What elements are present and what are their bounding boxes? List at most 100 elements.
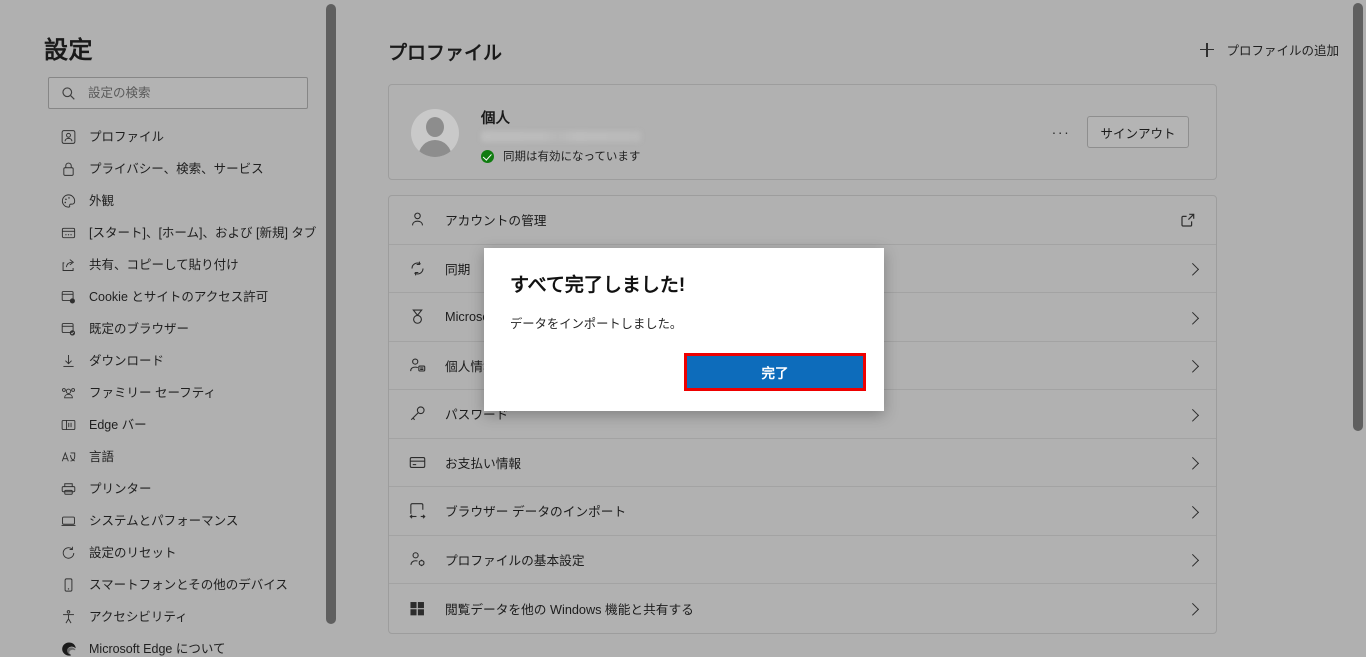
sidebar-item-privacy[interactable]: プライバシー、検索、サービス xyxy=(0,153,325,185)
system-performance-icon xyxy=(60,513,77,530)
edge-bar-icon xyxy=(60,417,77,434)
settings-row-label: プロファイルの基本設定 xyxy=(445,553,585,568)
default-browser-icon xyxy=(60,321,77,338)
main-scrollbar-thumb[interactable] xyxy=(1353,3,1363,431)
profile-prefs-icon xyxy=(408,550,427,569)
chevron-right-icon xyxy=(1186,360,1200,373)
personal-info-icon xyxy=(408,356,427,375)
sidebar-item-phone-other-devices[interactable]: スマートフォンとその他のデバイス xyxy=(0,569,325,601)
chevron-right-icon xyxy=(1186,263,1200,276)
settings-row-manage-account[interactable]: アカウントの管理 xyxy=(389,196,1216,245)
sidebar-item-accessibility[interactable]: アクセシビリティ xyxy=(0,601,325,633)
settings-row-label: 同期 xyxy=(445,262,471,277)
sidebar-item-family-safety[interactable]: ファミリー セーフティ xyxy=(0,377,325,409)
chevron-right-icon xyxy=(1186,505,1200,519)
chevron-right-icon xyxy=(1186,554,1200,567)
edge-logo-icon xyxy=(60,641,77,657)
printer-icon xyxy=(60,481,77,498)
sync-status-label: 同期は有効になっています xyxy=(503,151,641,163)
profile-more-options-button[interactable]: ··· xyxy=(1049,120,1073,144)
sign-out-button[interactable]: サインアウト xyxy=(1087,116,1189,148)
sidebar-item-label: 外観 xyxy=(89,193,115,208)
chevron-right-icon xyxy=(1186,603,1200,616)
sidebar-item-downloads[interactable]: ダウンロード xyxy=(0,345,325,377)
accessibility-icon xyxy=(60,609,77,626)
sidebar-item-label: Cookie とサイトのアクセス許可 xyxy=(89,289,269,304)
sidebar-item-reset-settings[interactable]: 設定のリセット xyxy=(0,537,325,569)
sidebar-item-default-browser[interactable]: 既定のブラウザー xyxy=(0,313,325,345)
sidebar-nav-list: プロファイル プライバシー、検索、サービス 外観 [スタート]、[ホーム]、およ… xyxy=(0,121,325,657)
sync-icon xyxy=(408,259,427,278)
import-icon xyxy=(408,501,427,520)
profile-icon xyxy=(60,129,77,146)
check-circle-icon xyxy=(481,149,494,163)
add-profile-button[interactable]: プロファイルの追加 xyxy=(1200,40,1339,59)
start-tab-icon xyxy=(60,225,77,242)
sidebar-item-label: ダウンロード xyxy=(89,353,165,368)
import-complete-dialog: すべて完了しました! データをインポートしました。 完了 xyxy=(484,248,884,411)
settings-row-label: ブラウザー データのインポート xyxy=(445,505,627,520)
sync-status: 同期は有効になっています xyxy=(481,148,640,164)
profile-email-masked xyxy=(481,131,641,142)
sidebar-title: 設定 xyxy=(44,37,93,64)
rewards-icon xyxy=(408,307,427,326)
sidebar-item-label: 既定のブラウザー xyxy=(89,321,190,336)
sidebar-item-printers[interactable]: プリンター xyxy=(0,473,325,505)
language-icon xyxy=(60,449,77,466)
chevron-right-icon xyxy=(1186,311,1200,325)
dialog-done-button[interactable]: 完了 xyxy=(687,356,863,388)
family-safety-icon xyxy=(60,385,77,402)
dialog-confirm-highlight: 完了 xyxy=(684,353,866,391)
search-icon xyxy=(61,86,76,101)
sidebar-item-cookies-permissions[interactable]: Cookie とサイトのアクセス許可 xyxy=(0,281,325,313)
key-icon xyxy=(408,404,427,423)
download-icon xyxy=(60,353,77,370)
settings-row-label: アカウントの管理 xyxy=(445,214,547,229)
sidebar-item-system-performance[interactable]: システムとパフォーマンス xyxy=(0,505,325,537)
settings-row-label: 閲覧データを他の Windows 機能と共有する xyxy=(445,602,694,617)
share-icon xyxy=(60,257,77,274)
sidebar-item-label: 設定のリセット xyxy=(89,545,177,560)
settings-row-label: お支払い情報 xyxy=(445,456,522,471)
sidebar-item-start-home-newtab[interactable]: [スタート]、[ホーム]、および [新規] タブ xyxy=(0,217,325,249)
settings-row-import-browser-data[interactable]: ブラウザー データのインポート xyxy=(389,487,1216,536)
sidebar-item-label: 言語 xyxy=(89,449,115,464)
cookie-permissions-icon xyxy=(60,289,77,306)
phone-icon xyxy=(60,577,77,594)
avatar xyxy=(411,109,459,157)
add-profile-label: プロファイルの追加 xyxy=(1226,44,1339,58)
sidebar-item-edge-bar[interactable]: Edge バー xyxy=(0,409,325,441)
sidebar-item-label: [スタート]、[ホーム]、および [新規] タブ xyxy=(89,225,317,240)
palette-icon xyxy=(60,193,77,210)
chevron-right-icon xyxy=(1186,457,1200,470)
card-icon xyxy=(408,453,427,472)
settings-sidebar: 設定 プロファイル プライバシー、検索、サービス xyxy=(0,0,339,657)
sidebar-scrollbar-thumb[interactable] xyxy=(326,4,336,624)
profile-name: 個人 xyxy=(481,111,510,127)
profile-card: 個人 同期は有効になっています ··· サインアウト xyxy=(388,84,1217,180)
settings-row-profile-preferences[interactable]: プロファイルの基本設定 xyxy=(389,536,1216,584)
sidebar-item-label: プロファイル xyxy=(89,129,165,144)
settings-search-box[interactable] xyxy=(48,77,308,109)
sidebar-item-profiles[interactable]: プロファイル xyxy=(0,121,325,153)
sidebar-item-label: Edge バー xyxy=(89,417,147,432)
chevron-right-icon xyxy=(1186,408,1200,422)
windows-icon xyxy=(408,599,427,618)
reset-icon xyxy=(60,545,77,562)
dialog-body-text: データをインポートしました。 xyxy=(510,317,683,331)
page-title: プロファイル xyxy=(388,43,503,64)
settings-search-input[interactable] xyxy=(88,86,283,100)
sidebar-item-label: プライバシー、検索、サービス xyxy=(89,161,264,176)
settings-row-payment-info[interactable]: お支払い情報 xyxy=(389,439,1216,487)
settings-row-share-browsing-data-windows[interactable]: 閲覧データを他の Windows 機能と共有する xyxy=(389,584,1216,633)
avatar-head xyxy=(426,117,444,137)
sidebar-item-label: システムとパフォーマンス xyxy=(89,513,239,528)
sidebar-scrollbar[interactable] xyxy=(325,0,337,657)
dialog-title: すべて完了しました! xyxy=(510,275,686,296)
sidebar-item-appearance[interactable]: 外観 xyxy=(0,185,325,217)
sidebar-item-label: Microsoft Edge について xyxy=(89,641,226,656)
person-icon xyxy=(408,210,427,229)
sidebar-item-languages[interactable]: 言語 xyxy=(0,441,325,473)
sidebar-item-share-copy-paste[interactable]: 共有、コピーして貼り付け xyxy=(0,249,325,281)
sidebar-item-about-edge[interactable]: Microsoft Edge について xyxy=(0,633,325,657)
